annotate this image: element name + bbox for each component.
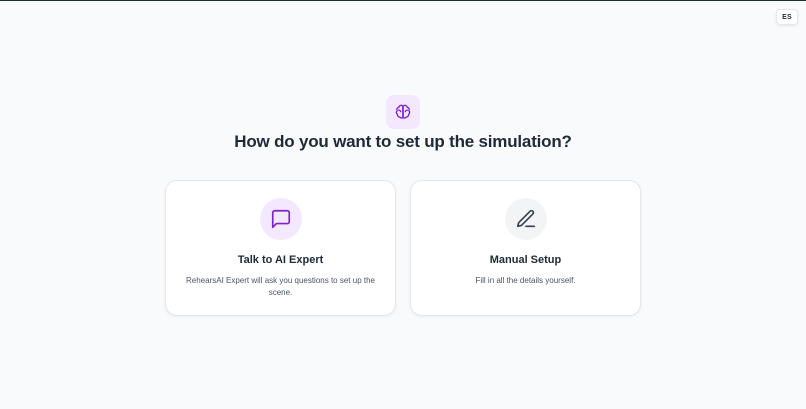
- page-title: How do you want to set up the simulation…: [234, 132, 572, 151]
- brain-icon: [395, 104, 411, 119]
- brain-icon-badge: [386, 95, 420, 129]
- chat-icon-circle: [259, 198, 302, 240]
- chat-bubble-icon: [271, 209, 290, 229]
- manual-setup-title: Manual Setup: [489, 254, 562, 266]
- language-toggle-button[interactable]: ES: [776, 9, 798, 25]
- pencil-icon-circle: [504, 198, 547, 240]
- talk-to-ai-expert-title: Talk to AI Expert: [237, 254, 324, 266]
- manual-setup-description: Fill in all the details yourself.: [475, 276, 576, 285]
- manual-setup-card[interactable]: Manual Setup Fill in all the details you…: [410, 180, 641, 316]
- pencil-icon: [516, 209, 535, 228]
- talk-to-ai-expert-description: RehearsAI Expert will ask you questions …: [186, 276, 375, 297]
- talk-to-ai-expert-card[interactable]: Talk to AI Expert RehearsAI Expert will …: [165, 180, 396, 316]
